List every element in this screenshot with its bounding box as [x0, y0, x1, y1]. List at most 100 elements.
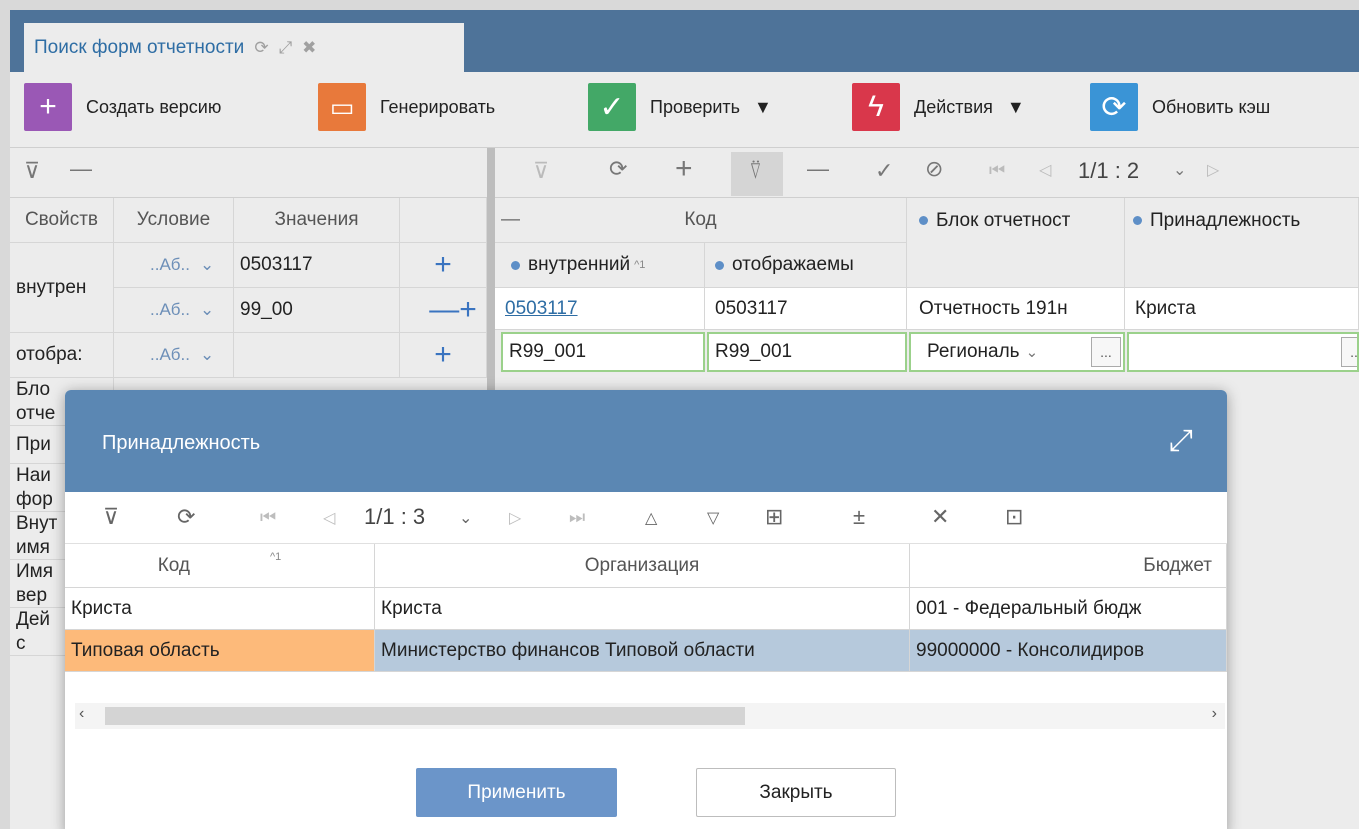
column-marker-icon — [511, 260, 520, 270]
chevron-down-icon[interactable]: ⌄ — [1026, 343, 1039, 361]
next-page-icon[interactable]: ▷ — [1207, 160, 1219, 180]
grid-cell-internal[interactable]: 0503117 — [495, 288, 705, 330]
value-field[interactable] — [234, 333, 400, 378]
condition-select[interactable]: ..Аб.. ⌄ — [114, 243, 234, 288]
prev-page-icon[interactable]: ◁ — [1039, 160, 1051, 180]
pager-label[interactable]: 1/1 : 2 — [1078, 158, 1139, 184]
ownership-dialog: Принадлежность ⤢ ⊽ ⟳ ⏮ ◁ 1/1 : 3 ⌄ ▷ ⏭ △… — [65, 390, 1227, 829]
col-header-actions — [400, 198, 487, 243]
collapse-icon[interactable]: ⊡ — [1005, 504, 1023, 530]
col-header-budget[interactable]: Бюджет — [910, 544, 1227, 588]
checkmark-icon[interactable]: ✓ — [875, 158, 893, 184]
cell-organization: Криста — [375, 588, 910, 630]
filter-toolbar: ⊽ — — [10, 148, 487, 198]
main-toolbar: + Создать версию ▭ Генерировать ✓ Провер… — [10, 72, 1359, 148]
filter-icon[interactable]: ⊽ — [103, 504, 119, 530]
refresh-icon[interactable]: ⟳ — [177, 504, 195, 530]
edit-field-internal[interactable]: R99_001 — [501, 332, 705, 372]
col-header-property[interactable]: Свойств — [10, 198, 114, 243]
condition-label: ..Аб.. — [150, 345, 190, 364]
sort-down-icon[interactable]: ▽ — [707, 508, 719, 528]
scrollbar-thumb[interactable] — [105, 707, 745, 725]
condition-label: ..Аб.. — [150, 300, 190, 319]
value-field[interactable]: 0503117 — [234, 243, 400, 288]
refresh-cache-button[interactable]: ⟳ Обновить кэш — [1090, 82, 1270, 132]
dialog-grid-header: Код ^1 Организация Бюджет — [65, 544, 1227, 588]
tab-title: Поиск форм отчетности — [34, 36, 245, 58]
condition-select[interactable]: ..Аб.. ⌄ — [114, 288, 234, 333]
table-row[interactable]: Криста Криста 001 - Федеральный бюдж — [65, 588, 1227, 630]
form-link[interactable]: 0503117 — [505, 298, 578, 320]
edit-select-block[interactable]: Региональ ⌄... — [909, 332, 1125, 372]
expand-icon[interactable]: ⤢ — [279, 38, 293, 58]
close-icon[interactable]: ✕ — [931, 504, 949, 530]
add-icon[interactable]: + — [675, 152, 693, 186]
col-header-condition[interactable]: Условие — [114, 198, 234, 243]
close-icon[interactable]: ✖ — [302, 38, 316, 58]
cancel-icon[interactable]: ⊘ — [925, 156, 943, 182]
lightning-icon: ϟ — [852, 83, 900, 131]
expand-icon[interactable]: ⤢ — [1169, 424, 1193, 458]
cell-budget: 99000000 - Консолидиров — [910, 630, 1227, 672]
actions-button[interactable]: ϟ Действия ▼ — [852, 82, 1025, 132]
col-header-display[interactable]: отображаемы — [705, 243, 907, 288]
chevron-down-icon[interactable]: ⌄ — [1173, 160, 1186, 180]
ellipsis-button[interactable]: ... — [1091, 337, 1121, 367]
chevron-down-icon: ⌄ — [199, 345, 215, 364]
add-condition-button[interactable]: + — [400, 243, 487, 288]
close-button[interactable]: Закрыть — [696, 768, 896, 817]
next-page-icon[interactable]: ▷ — [509, 508, 521, 528]
prev-page-icon[interactable]: ◁ — [323, 508, 335, 528]
col-header-value[interactable]: Значения — [234, 198, 400, 243]
sort-up-icon[interactable]: △ — [645, 508, 657, 528]
scroll-right-icon[interactable]: › — [1212, 705, 1217, 723]
col-header-display-label: отображаемы — [732, 254, 854, 275]
col-header-organization[interactable]: Организация — [375, 544, 910, 588]
expand-columns-icon[interactable]: ± — [853, 504, 865, 530]
table-row-selected[interactable]: Типовая область Министерство финансов Ти… — [65, 630, 1227, 672]
first-page-icon[interactable]: ⏮ — [260, 507, 276, 528]
grid-view-icon[interactable]: ⊞ — [765, 504, 783, 530]
remove-add-condition-buttons[interactable]: — + — [400, 288, 487, 333]
minus-icon[interactable]: — — [807, 156, 829, 182]
col-group-header-code[interactable]: Код — [495, 198, 907, 243]
cell-organization: Министерство финансов Типовой области — [375, 630, 910, 672]
chevron-down-icon[interactable]: ⌄ — [459, 508, 472, 528]
last-page-icon[interactable]: ⏭ — [569, 507, 585, 528]
col-header-block[interactable]: Блок отчетност — [907, 198, 1125, 288]
refresh-icon[interactable]: ⟳ — [609, 156, 627, 182]
chevron-down-icon: ⌄ — [199, 255, 215, 274]
check-label: Проверить — [650, 96, 741, 117]
col-header-internal-label: внутренний — [528, 254, 631, 275]
edit-field-display[interactable]: R99_001 — [707, 332, 907, 372]
check-button[interactable]: ✓ Проверить ▼ — [588, 82, 772, 132]
minus-icon[interactable]: — — [70, 156, 92, 182]
condition-select[interactable]: ..Аб.. ⌄ — [114, 333, 234, 378]
col-header-ownership[interactable]: Принадлежность — [1125, 198, 1359, 288]
dialog-toolbar: ⊽ ⟳ ⏮ ◁ 1/1 : 3 ⌄ ▷ ⏭ △ ▽ ⊞ ± ✕ ⊡ — [65, 492, 1227, 544]
first-page-icon[interactable]: ⏮ — [989, 160, 1005, 181]
edit-field-ownership[interactable]: ... — [1127, 332, 1359, 372]
filter-icon[interactable]: ⊽ — [24, 158, 40, 184]
sort-indicator: ^1 — [634, 259, 646, 271]
col-header-internal[interactable]: внутренний ^1 — [495, 243, 705, 288]
apply-button[interactable]: Применить — [416, 768, 617, 817]
filter-icon[interactable]: ⊽ — [533, 158, 549, 184]
scroll-left-icon[interactable]: ‹ — [79, 705, 84, 723]
chevron-down-icon: ⌄ — [199, 300, 215, 319]
remove-condition-button[interactable]: — — [429, 293, 459, 327]
add-condition-button[interactable]: + — [400, 333, 487, 378]
col-header-code[interactable]: Код ^1 — [65, 544, 375, 588]
ellipsis-button[interactable]: ... — [1341, 337, 1357, 367]
horizontal-scrollbar[interactable]: ‹ › — [75, 703, 1225, 729]
tab-report-search[interactable]: Поиск форм отчетности ⟳ ⤢ ✖ — [24, 23, 464, 72]
pager-label[interactable]: 1/1 : 3 — [364, 504, 425, 530]
value-field[interactable]: 99_00 — [234, 288, 400, 333]
generate-button[interactable]: ▭ Генерировать — [318, 82, 495, 132]
refresh-icon[interactable]: ⟳ — [254, 38, 268, 58]
create-version-button[interactable]: + Создать версию — [24, 82, 221, 132]
column-marker-icon — [715, 260, 724, 270]
add-condition-button[interactable]: + — [459, 293, 477, 327]
checkmark-icon: ✓ — [588, 83, 636, 131]
chevron-down-icon: ▼ — [1006, 96, 1025, 117]
